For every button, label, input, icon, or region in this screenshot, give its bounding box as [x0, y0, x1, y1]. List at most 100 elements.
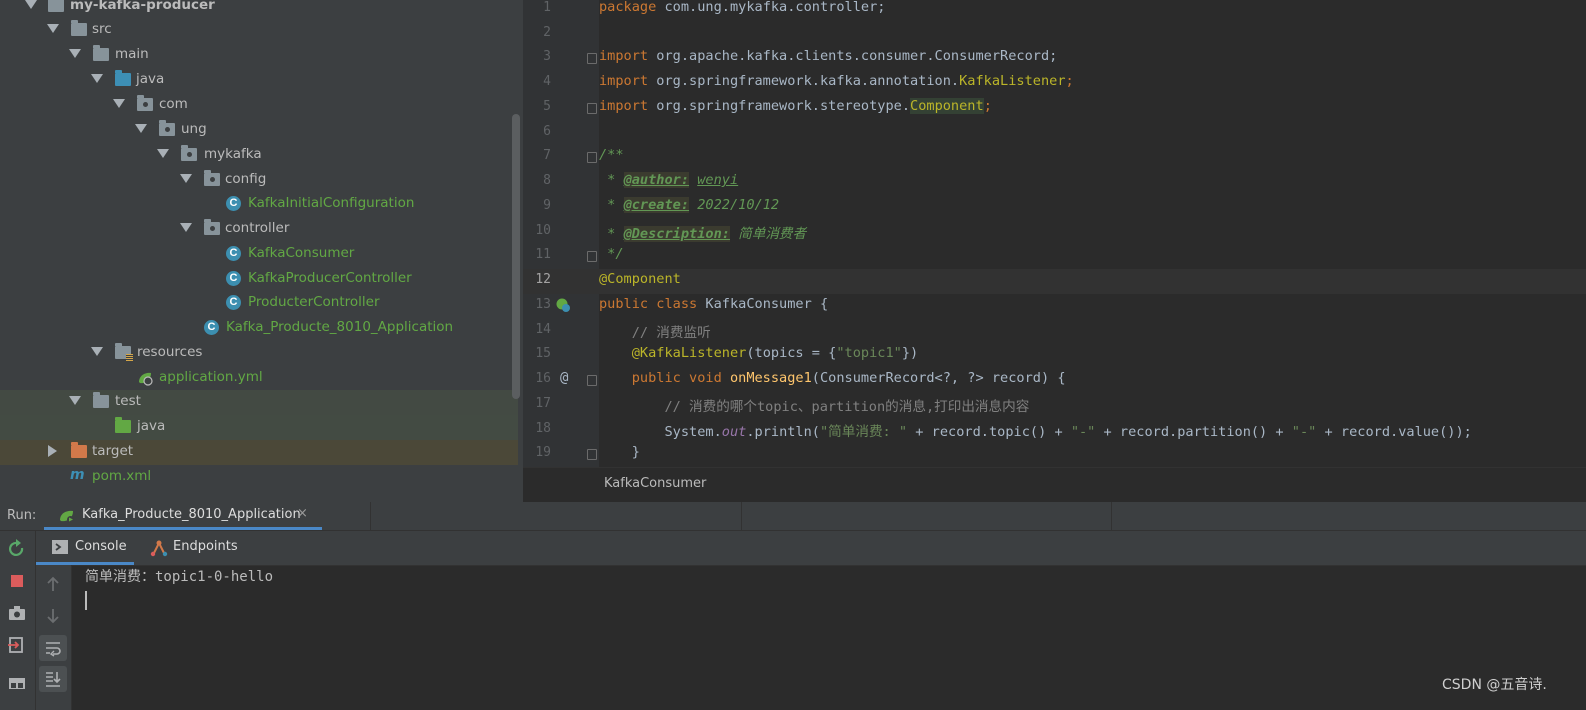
tree-item-kafka-initial-configuration[interactable]: C KafkaInitialConfiguration	[0, 192, 518, 217]
at-icon[interactable]: @	[560, 370, 568, 386]
package-icon	[137, 95, 153, 111]
watermark: CSDN @五音诗.	[1442, 677, 1547, 693]
chevron-down-icon[interactable]	[113, 99, 125, 108]
tree-item-java[interactable]: java	[0, 68, 518, 93]
fold-icon[interactable]	[587, 449, 597, 460]
chevron-down-icon[interactable]	[91, 347, 103, 356]
chevron-down-icon[interactable]	[69, 396, 81, 405]
code-line: 15 @KafkaListener(topics = {"topic1"})	[523, 343, 1586, 368]
tree-item-kafka-application[interactable]: C Kafka_Producte_8010_Application	[0, 316, 518, 341]
tab-endpoints-label: Endpoints	[173, 539, 238, 554]
tree-item-main[interactable]: main	[0, 43, 518, 68]
tree-item-label: resources	[137, 344, 203, 360]
fold-icon[interactable]	[587, 375, 597, 386]
chevron-down-icon[interactable]	[157, 149, 169, 158]
exit-icon[interactable]	[7, 635, 27, 655]
soft-wrap-icon	[46, 642, 61, 657]
chevron-right-icon[interactable]	[48, 445, 57, 457]
rerun-icon[interactable]	[7, 539, 27, 559]
chevron-down-icon[interactable]	[69, 49, 81, 58]
tree-item-label: src	[92, 21, 112, 37]
class-icon: C	[226, 271, 241, 286]
tree-item-pom-xml[interactable]: m pom.xml	[0, 465, 518, 490]
line-number: 16	[535, 371, 551, 386]
code-line: 14 // 消费监听	[523, 319, 1586, 344]
chevron-down-icon[interactable]	[25, 0, 37, 9]
camera-icon[interactable]	[7, 603, 27, 623]
line-number: 9	[543, 198, 551, 213]
tab-endpoints[interactable]: Endpoints	[146, 531, 256, 565]
resources-folder-icon	[115, 343, 133, 361]
tree-item-ung[interactable]: ung	[0, 118, 518, 143]
soft-wrap-button[interactable]	[39, 635, 67, 661]
code-text: * @Description: 简单消费者	[599, 226, 807, 242]
tab-console-label: Console	[75, 539, 127, 554]
tree-item-target[interactable]: target	[0, 440, 518, 465]
divider	[1111, 502, 1112, 530]
tree-item-com[interactable]: com	[0, 93, 518, 118]
divider	[370, 502, 371, 530]
line-number: 19	[535, 445, 551, 460]
code-line: 7 /**	[523, 145, 1586, 170]
tree-item-mykafka[interactable]: mykafka	[0, 143, 518, 168]
chevron-down-icon[interactable]	[135, 124, 147, 133]
tree-item-resources[interactable]: resources	[0, 341, 518, 366]
fold-icon[interactable]	[587, 53, 597, 64]
code-editor[interactable]: 1 package com.ung.mykafka.controller; 2 …	[523, 0, 1586, 502]
tree-item-label: my-kafka-producer	[70, 0, 215, 13]
tree-item-label: ProducterController	[248, 294, 380, 310]
scroll-to-end-button[interactable]	[39, 666, 67, 692]
code-text: public class KafkaConsumer {	[599, 296, 829, 312]
package-icon	[204, 170, 220, 186]
fold-icon[interactable]	[587, 251, 597, 262]
line-number: 7	[543, 148, 551, 163]
tree-item-my-kafka-producer[interactable]: my-kafka-producer	[0, 0, 518, 19]
source-folder-icon	[115, 70, 131, 86]
line-number: 17	[535, 396, 551, 411]
tree-item-src[interactable]: src	[0, 18, 518, 43]
code-text: import org.springframework.stereotype.Co…	[599, 98, 992, 114]
tree-scrollbar[interactable]	[512, 114, 520, 399]
chevron-down-icon[interactable]	[180, 223, 192, 232]
up-arrow-icon[interactable]	[44, 575, 62, 593]
tree-item-kafka-producer-controller[interactable]: C KafkaProducerController	[0, 267, 518, 292]
tab-console[interactable]: Console	[36, 531, 134, 565]
code-line: 11 */	[523, 244, 1586, 269]
tree-item-controller[interactable]: controller	[0, 217, 518, 242]
tree-item-label: ung	[181, 121, 207, 137]
tree-item-test[interactable]: test	[0, 390, 518, 415]
tree-item-config[interactable]: config	[0, 168, 518, 193]
run-toolbar	[0, 531, 36, 710]
stop-icon[interactable]	[7, 571, 27, 591]
line-number: 4	[543, 74, 551, 89]
code-text: public void onMessage1(ConsumerRecord<?,…	[599, 370, 1066, 386]
class-icon: C	[226, 196, 241, 211]
fold-icon[interactable]	[587, 103, 597, 114]
code-text: import org.springframework.kafka.annotat…	[599, 73, 1074, 89]
fold-icon[interactable]	[587, 152, 597, 163]
chevron-down-icon[interactable]	[47, 24, 59, 33]
code-text: * @create: 2022/10/12	[599, 197, 780, 213]
chevron-down-icon[interactable]	[91, 74, 103, 83]
tree-item-label: pom.xml	[92, 468, 152, 484]
close-icon[interactable]: ×	[297, 506, 308, 521]
line-number: 8	[543, 173, 551, 188]
spring-boot-class-icon: C	[204, 320, 219, 335]
tree-item-producter-controller[interactable]: C ProducterController	[0, 291, 518, 316]
tree-item-test-java[interactable]: java	[0, 415, 518, 440]
chevron-down-icon[interactable]	[180, 174, 192, 183]
tree-item-application-yml[interactable]: application.yml	[0, 366, 518, 391]
tree-item-kafka-consumer[interactable]: C KafkaConsumer	[0, 242, 518, 267]
breadcrumb-item[interactable]: KafkaConsumer	[604, 476, 706, 491]
layout-icon[interactable]	[7, 673, 27, 693]
down-arrow-icon[interactable]	[44, 607, 62, 625]
console-output-line[interactable]: 简单消费：topic1-0-hello	[85, 566, 273, 586]
code-line: 1 package com.ung.mykafka.controller;	[523, 0, 1586, 22]
spring-bean-icon[interactable]	[555, 297, 571, 313]
editor-breadcrumb: KafkaConsumer	[523, 467, 1586, 502]
run-tab-bar: Run: Kafka_Producte_8010_Application ×	[0, 502, 1586, 531]
code-text: @KafkaListener(topics = {"topic1"})	[599, 345, 919, 361]
code-text: package com.ung.mykafka.controller;	[599, 0, 886, 15]
run-config-tab[interactable]: Kafka_Producte_8010_Application ×	[44, 502, 322, 530]
project-tree: my-kafka-producer src main java com ung …	[0, 0, 530, 502]
